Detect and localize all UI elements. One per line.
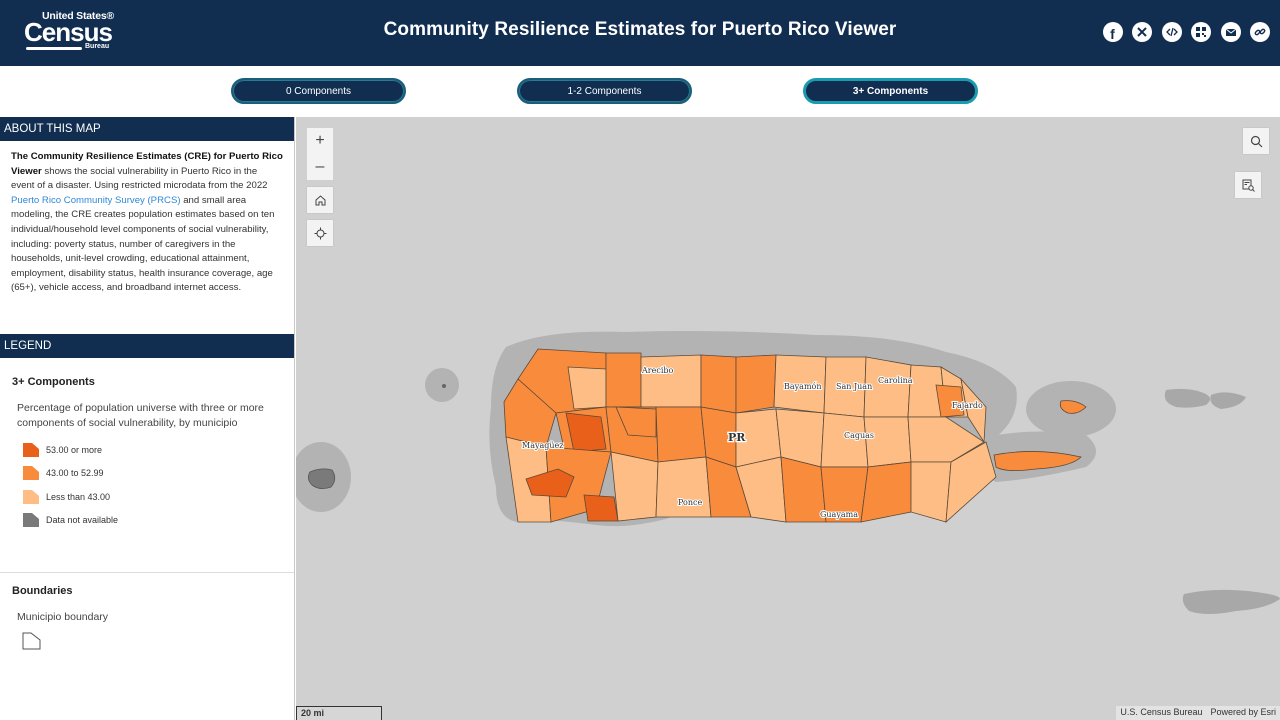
home-icon <box>315 194 325 205</box>
municipio-polygon[interactable] <box>910 461 952 523</box>
place-label: Arecibo <box>641 366 673 375</box>
copy-link-button[interactable] <box>1250 22 1270 42</box>
legend-class-label: 43.00 to 52.99 <box>46 468 104 479</box>
legend-swatch-icon <box>23 489 39 504</box>
x-share-button[interactable] <box>1132 22 1152 42</box>
prcs-link[interactable]: Puerto Rico Community Survey (PRCS) <box>11 195 181 206</box>
about-text: The Community Resilience Estimates (CRE)… <box>0 141 294 334</box>
legend-class: Less than 43.00 <box>22 485 294 509</box>
legend-description: Percentage of population universe with t… <box>17 402 264 429</box>
region-label: PR <box>728 431 746 444</box>
attribution-esri[interactable]: Powered by Esri <box>1210 707 1276 719</box>
municipio-polygon[interactable] <box>640 354 702 408</box>
share-toolbar: f <box>1102 22 1270 42</box>
legend-class: 53.00 or more <box>22 438 294 462</box>
qr-code-button[interactable] <box>1191 22 1211 42</box>
place-label: Ponce <box>678 498 703 507</box>
municipio-polygon[interactable] <box>655 406 707 463</box>
search-icon <box>1250 135 1262 147</box>
layer-search-icon <box>1242 179 1255 192</box>
email-share-button[interactable] <box>1220 22 1241 42</box>
legend-swatch-icon <box>23 442 39 457</box>
legend: 3+ Components Percentage of population u… <box>0 358 294 568</box>
municipio-polygons[interactable] <box>503 348 997 523</box>
zoom-out-button[interactable]: – <box>307 154 333 180</box>
municipio-polygon[interactable] <box>735 354 777 414</box>
x-twitter-icon <box>1137 27 1147 37</box>
place-label: Carolina <box>878 376 913 385</box>
about-heading: ABOUT THIS MAP <box>0 117 294 141</box>
home-button[interactable] <box>307 187 333 213</box>
place-label: San Juan <box>836 382 872 391</box>
municipio-polygon[interactable] <box>860 461 912 523</box>
place-label: Caguas <box>844 431 874 440</box>
app-header: United States® Census Bureau Community R… <box>0 0 1280 66</box>
scale-bar: 20 mi <box>296 706 382 720</box>
attribution-census: U.S. Census Bureau <box>1120 707 1203 717</box>
facebook-icon: f <box>1110 25 1115 42</box>
boundaries-legend: Boundaries Municipio boundary <box>0 572 294 655</box>
map-canvas[interactable]: Arecibo Bayamón San Juan Carolina Fajard… <box>296 117 1280 720</box>
legend-swatch-icon <box>23 466 39 481</box>
zoom-controls: + – <box>307 128 333 180</box>
logo-underline <box>26 47 82 50</box>
about-text-1: shows the social vulnerability in Puerto… <box>11 165 268 192</box>
municipio-polygon[interactable] <box>655 456 712 518</box>
place-label: Bayamón <box>784 382 822 391</box>
map-attribution: U.S. Census Bureau Powered by Esri <box>1116 706 1280 720</box>
legend-class-label: Less than 43.00 <box>46 491 111 502</box>
embed-button[interactable] <box>1161 22 1182 42</box>
mona-island <box>308 468 336 489</box>
municipio-polygon[interactable] <box>567 366 607 410</box>
zoom-in-button[interactable]: + <box>307 128 333 154</box>
municipio-polygon[interactable] <box>605 352 642 408</box>
tab-0-components[interactable]: 0 Components <box>231 78 406 104</box>
logo-line-3: Bureau <box>85 43 110 50</box>
legend-class-label: 53.00 or more <box>46 444 103 455</box>
tab-1-2-components[interactable]: 1-2 Components <box>517 78 692 104</box>
link-icon <box>1254 28 1266 36</box>
map-view[interactable]: Arecibo Bayamón San Juan Carolina Fajard… <box>296 117 1280 720</box>
legend-swatch-icon <box>23 513 39 528</box>
facebook-share-button[interactable]: f <box>1102 22 1123 42</box>
place-label: Fajardo <box>952 401 983 410</box>
legend-class: Data not available <box>22 509 294 533</box>
place-label: Guayama <box>820 510 858 519</box>
layer-search-button[interactable] <box>1235 172 1261 198</box>
boundary-swatch-icon <box>22 632 41 650</box>
search-button[interactable] <box>1243 128 1269 154</box>
virgin-islands <box>1164 388 1280 614</box>
legend-heading: LEGEND <box>0 334 294 358</box>
boundaries-title: Boundaries <box>12 585 73 597</box>
embed-code-icon <box>1165 27 1178 37</box>
municipio-polygon[interactable] <box>820 412 869 468</box>
email-icon <box>1225 28 1236 36</box>
municipio-polygon[interactable] <box>700 354 737 414</box>
component-tabs: 0 Components 1-2 Components 3+ Component… <box>0 66 1280 117</box>
municipio-polygon[interactable] <box>610 451 659 522</box>
locate-icon <box>314 227 326 239</box>
tab-3-plus-components[interactable]: 3+ Components <box>803 78 978 104</box>
boundary-label: Municipio boundary <box>17 611 109 623</box>
sidebar: ABOUT THIS MAP The Community Resilience … <box>0 117 295 720</box>
locate-button[interactable] <box>307 220 333 246</box>
legend-class-label: Data not available <box>46 515 119 526</box>
app-title: Community Resilience Estimates for Puert… <box>383 19 897 40</box>
place-label: Mayagüez <box>522 441 563 450</box>
about-text-2: and small area modeling, the CRE creates… <box>11 194 275 294</box>
desecheo-island <box>442 384 446 388</box>
legend-class: 43.00 to 52.99 <box>22 462 294 486</box>
municipio-polygon[interactable] <box>583 494 619 522</box>
legend-layer-title: 3+ Components <box>12 376 95 388</box>
municipio-polygon[interactable] <box>863 416 912 468</box>
qr-code-icon <box>1196 27 1206 37</box>
